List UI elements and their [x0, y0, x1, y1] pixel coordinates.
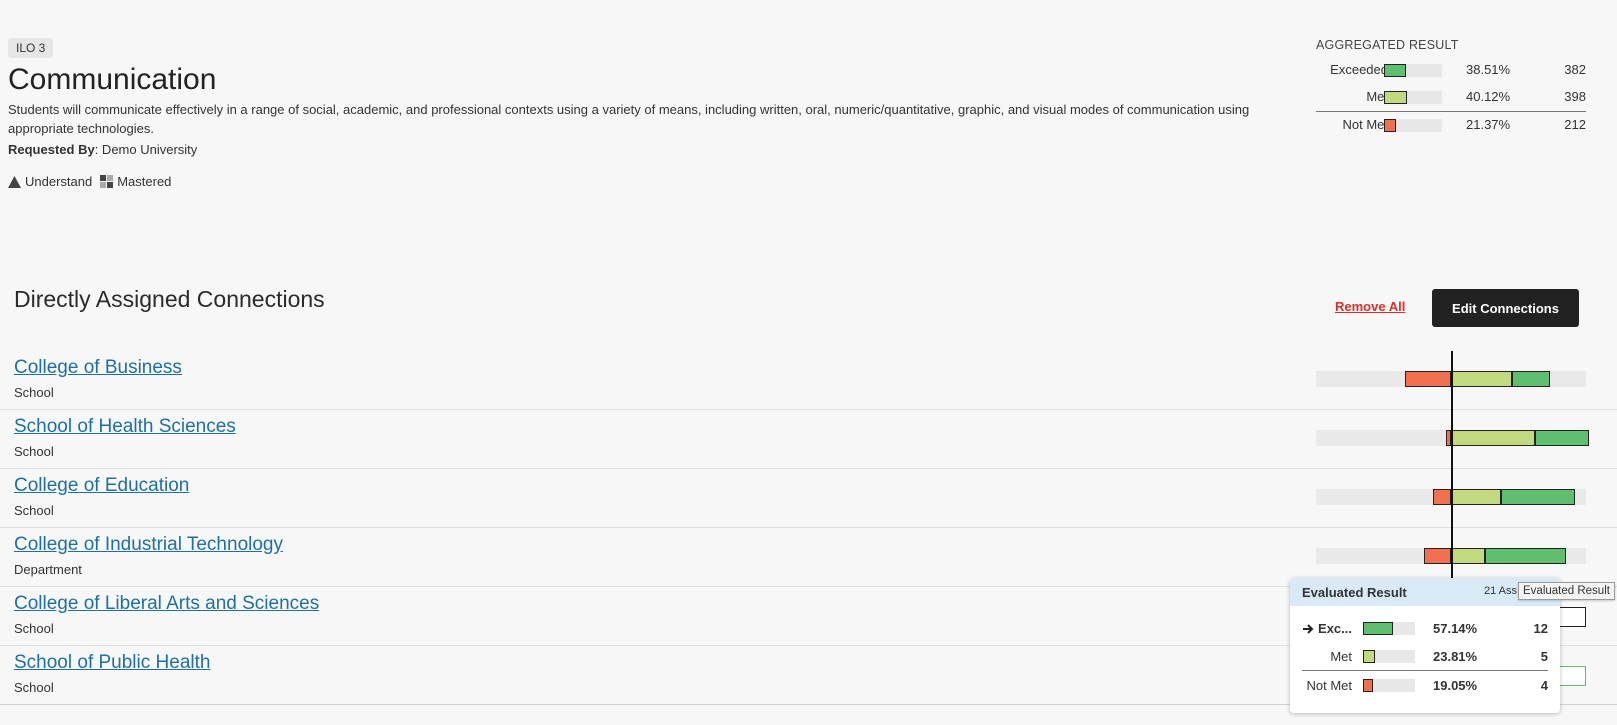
connection-type: School	[14, 621, 54, 636]
popover-assessments: 21 Ass	[1484, 585, 1518, 597]
agg-count: 382	[1564, 62, 1586, 77]
agg-bar	[1384, 64, 1442, 77]
mastered-icon	[100, 175, 114, 188]
requested-by-value: : Demo University	[94, 142, 198, 157]
met-segment	[1451, 489, 1501, 505]
agg-percent: 38.51%	[1466, 62, 1511, 77]
tooltip: Evaluated Result	[1518, 582, 1615, 600]
agg-label: Exceeded	[1330, 62, 1388, 77]
exceeded-segment	[1501, 489, 1575, 505]
agg-bar-fill	[1384, 91, 1407, 104]
not-met-segment	[1424, 548, 1451, 564]
remove-all-link[interactable]: Remove All	[1335, 299, 1405, 314]
connection-link[interactable]: College of Education	[14, 475, 189, 497]
legend-understand: Understand	[8, 174, 92, 189]
exceeded-segment	[1485, 548, 1566, 564]
page-title: Communication	[8, 63, 217, 96]
aggregated-row-met: Met 40.12% 398	[1316, 84, 1586, 111]
connection-type: Department	[14, 562, 82, 577]
popover-count: 4	[1540, 678, 1548, 693]
not-met-segment	[1433, 489, 1451, 505]
edit-connections-button[interactable]: Edit Connections	[1432, 289, 1579, 327]
aggregated-row-not-met: Not Met 21.37% 212	[1316, 112, 1586, 139]
aggregated-row-exceeded: Exceeded 38.51% 382	[1316, 57, 1586, 84]
agg-count: 212	[1564, 117, 1586, 132]
connection-link[interactable]: College of Industrial Technology	[14, 534, 283, 556]
legend-understand-label: Understand	[25, 174, 93, 189]
met-segment	[1451, 548, 1485, 564]
connection-type: School	[14, 444, 54, 459]
popover-row-not-met: Not Met 19.05% 4	[1290, 671, 1560, 699]
popover-count: 12	[1533, 621, 1548, 636]
agg-bar-fill	[1384, 119, 1396, 132]
popover-label: Met	[1330, 649, 1352, 664]
popover-bar	[1363, 679, 1415, 692]
connection-link[interactable]: School of Health Sciences	[14, 416, 236, 438]
connection-link[interactable]: College of Business	[14, 357, 182, 379]
legend-mastered: Mastered	[100, 174, 171, 189]
connection-type: School	[14, 503, 54, 518]
connection-row: College of Business School	[0, 351, 1617, 410]
arrow-right-icon	[1303, 623, 1314, 634]
legend-mastered-label: Mastered	[117, 174, 172, 189]
met-segment	[1451, 371, 1512, 387]
understand-icon	[8, 175, 21, 188]
exceeded-segment	[1512, 371, 1550, 387]
popover-percent: 23.81%	[1433, 649, 1478, 664]
section-title: Directly Assigned Connections	[14, 286, 325, 312]
agg-count: 398	[1564, 89, 1586, 104]
result-bar-partial	[1556, 666, 1586, 686]
requested-by-label: Requested By	[8, 142, 95, 157]
popover-bar	[1363, 650, 1415, 663]
popover-count: 5	[1540, 649, 1548, 664]
popover-bar	[1363, 622, 1415, 635]
agg-bar-fill	[1384, 64, 1406, 77]
popover-body: Exc... 57.14% 12 Met 23.81% 5 Not Met 19…	[1290, 606, 1560, 699]
connection-row: College of Education School	[0, 469, 1617, 528]
connection-link[interactable]: College of Liberal Arts and Sciences	[14, 593, 319, 615]
outcome-description: Students will communicate effectively in…	[8, 102, 1250, 136]
connection-link[interactable]: School of Public Health	[14, 652, 210, 674]
agg-percent: 40.12%	[1466, 89, 1511, 104]
met-segment	[1451, 430, 1535, 446]
ilo-badge: ILO 3	[8, 38, 54, 58]
popover-percent: 57.14%	[1433, 621, 1478, 636]
not-met-segment	[1405, 371, 1451, 387]
agg-bar	[1384, 91, 1442, 104]
agg-bar	[1384, 119, 1442, 132]
level-legend: Understand Mastered	[8, 174, 179, 189]
aggregated-title: AGGREGATED RESULT	[1316, 38, 1459, 52]
connection-type: School	[14, 680, 54, 695]
requested-by: Requested By: Demo University	[8, 142, 197, 157]
popover-row-met: Met 23.81% 5	[1290, 642, 1560, 670]
connection-type: School	[14, 385, 54, 400]
popover-label: Exc...	[1303, 621, 1352, 636]
connection-row: School of Health Sciences School	[0, 410, 1617, 469]
popover-bar-fill	[1363, 622, 1393, 635]
popover-row-exceeded: Exc... 57.14% 12	[1290, 614, 1560, 642]
agg-percent: 21.37%	[1466, 117, 1511, 132]
baseline-marker	[1451, 351, 1453, 579]
aggregated-result: AGGREGATED RESULT Exceeded 38.51% 382 Me…	[1316, 38, 1586, 139]
exceeded-segment	[1535, 430, 1589, 446]
popover-label-text: Exc...	[1318, 621, 1352, 636]
popover-title: Evaluated Result	[1302, 584, 1407, 600]
popover-label: Not Met	[1306, 678, 1352, 693]
popover-bar-fill	[1363, 650, 1375, 663]
agg-label: Not Met	[1342, 117, 1388, 132]
popover-bar-fill	[1363, 679, 1373, 692]
result-bar-partial	[1556, 607, 1586, 627]
popover-percent: 19.05%	[1433, 678, 1478, 693]
